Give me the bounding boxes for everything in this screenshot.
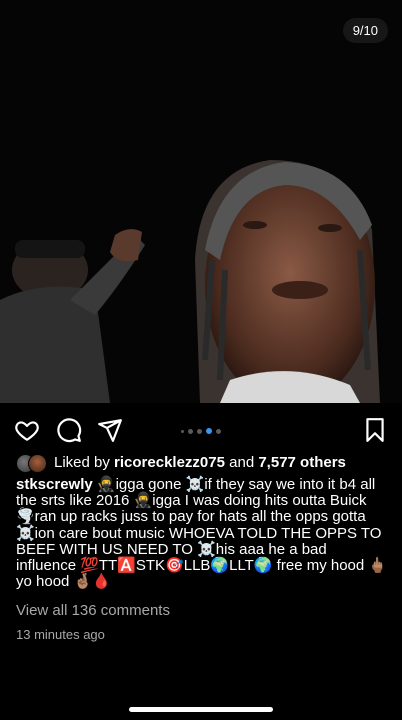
- bookmark-icon[interactable]: [362, 417, 388, 443]
- caption-text: 🥷igga gone ☠️if they say we into it b4 a…: [16, 476, 388, 591]
- liker-avatars: [16, 453, 50, 473]
- likes-others-count[interactable]: 7,577 others: [258, 453, 346, 473]
- carousel-dot: [206, 428, 212, 434]
- carousel-dot: [181, 429, 184, 433]
- heart-icon[interactable]: [14, 417, 40, 443]
- home-indicator[interactable]: [129, 707, 273, 712]
- carousel-indicator: [181, 428, 221, 434]
- video-frame-illustration: [0, 0, 402, 403]
- post-actions-bar: [0, 403, 402, 453]
- post-caption: stkscrewly 🥷igga gone ☠️if they say we i…: [16, 476, 388, 591]
- view-all-comments-link[interactable]: View all 136 comments: [16, 602, 388, 619]
- post-media[interactable]: 9/10: [0, 0, 402, 403]
- post-timestamp: 13 minutes ago: [16, 627, 105, 643]
- avatar: [28, 454, 47, 473]
- likes-summary[interactable]: Liked by ricorecklezz075 and 7,577 other…: [16, 453, 388, 473]
- paper-plane-icon[interactable]: [97, 417, 123, 443]
- carousel-dot: [188, 428, 193, 434]
- carousel-counter: 9/10: [342, 18, 388, 43]
- likes-joiner: and: [229, 454, 255, 471]
- caption-username[interactable]: stkscrewly: [16, 476, 93, 493]
- carousel-dot: [216, 428, 221, 434]
- post-details: Liked by ricorecklezz075 and 7,577 other…: [16, 453, 388, 642]
- liker-username[interactable]: ricorecklezz075: [114, 453, 225, 473]
- comment-icon[interactable]: [56, 417, 82, 443]
- carousel-dot: [197, 428, 202, 434]
- likes-prefix: Liked by: [54, 454, 110, 471]
